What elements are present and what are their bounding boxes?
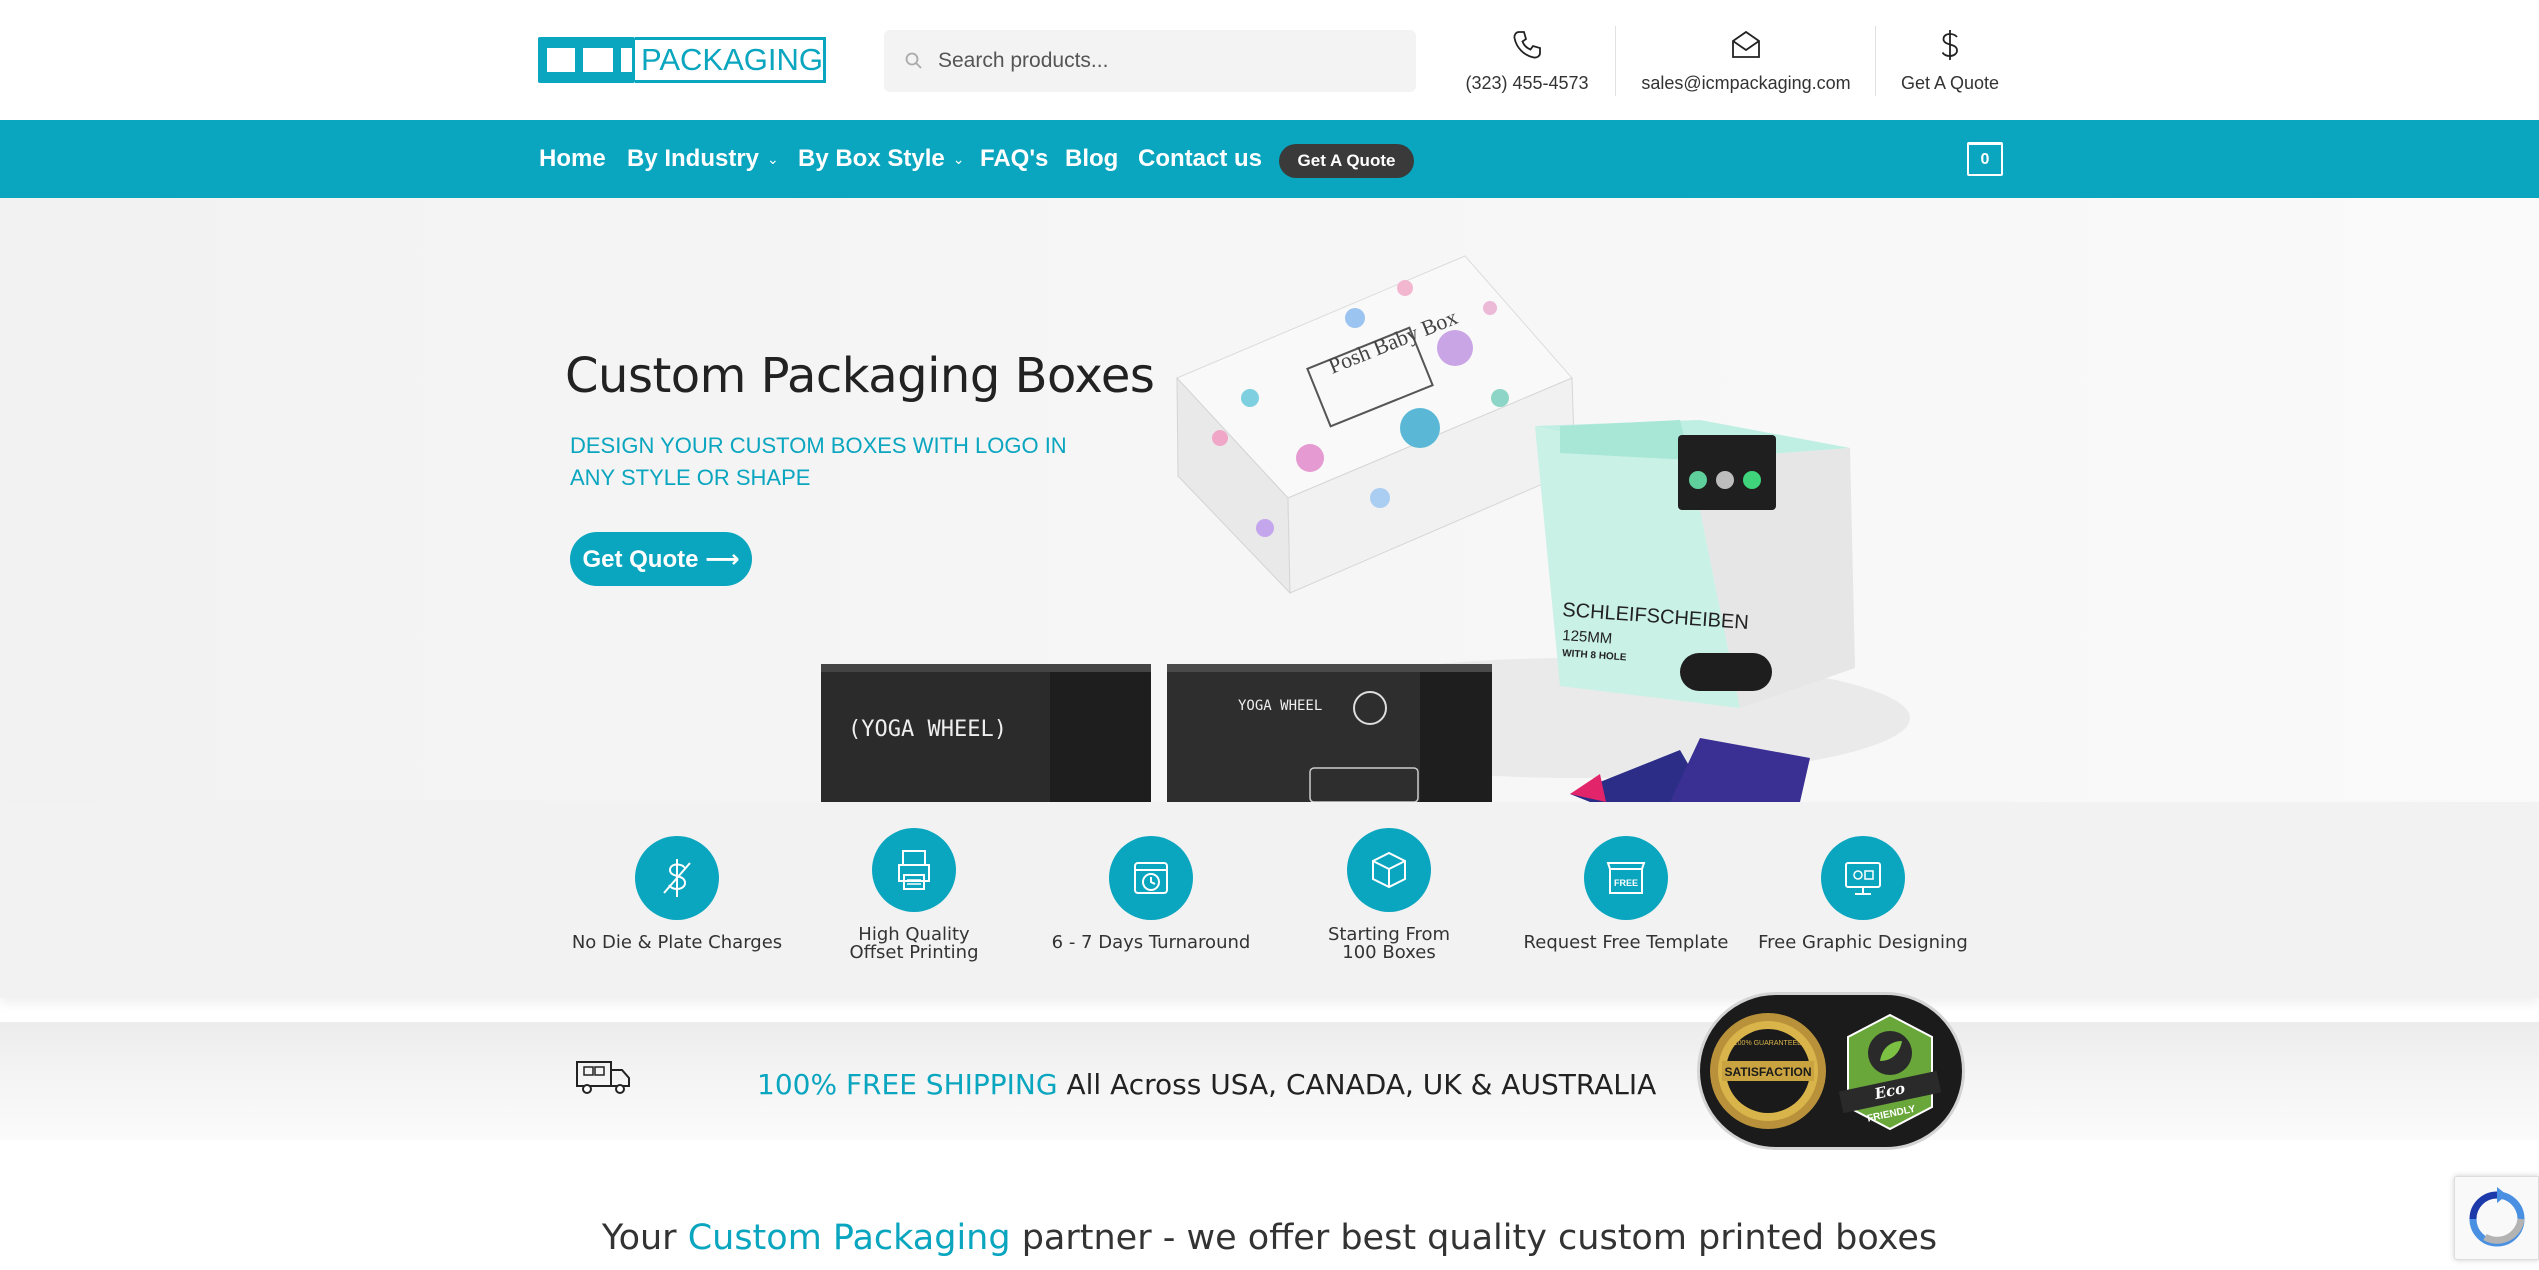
svg-text:FREE: FREE <box>1614 878 1638 888</box>
shipping-highlight: 100% FREE SHIPPING <box>757 1068 1058 1101</box>
feature-label: No Die & Plate Charges <box>571 932 783 953</box>
logo-text: PACKAGING <box>634 37 826 83</box>
search-input[interactable] <box>938 49 1378 73</box>
features-strip: No Die & Plate Charges High Quality Offs… <box>0 802 2539 998</box>
header-divider <box>1615 26 1616 96</box>
feature-label: Free Graphic Designing <box>1758 932 1968 953</box>
email-address: sales@icmpackaging.com <box>1641 73 1851 93</box>
nav-label: By Industry <box>627 145 760 172</box>
phone-contact[interactable]: (323) 455-4573 <box>1458 28 1596 94</box>
phone-icon <box>1513 31 1541 59</box>
hero-banner: Posh Baby Box SCHLEIFSCHEIBEN 125MM WITH… <box>0 198 2539 802</box>
nav-item-faqs[interactable]: FAQ's <box>980 145 1048 173</box>
calendar-clock-icon <box>1134 862 1168 894</box>
nav-label: Blog <box>1065 145 1119 172</box>
guarantee-label: 100% GUARANTEED <box>1734 1040 1802 1047</box>
nav-label: FAQ's <box>980 145 1049 172</box>
packaging-boxes-image: Posh Baby Box SCHLEIFSCHEIBEN 125MM WITH… <box>821 255 1910 802</box>
satisfaction-eco-badges-image: SATISFACTION 100% GUARANTEED Eco FRIENDL… <box>1710 1013 1942 1131</box>
feature-label: High Quality Offset Printing <box>849 924 979 963</box>
feature-starting-from: Starting From 100 Boxes <box>1279 828 1499 962</box>
cart-count: 0 <box>1980 150 1990 168</box>
search-icon <box>905 52 922 69</box>
tagline-before: Your <box>601 1218 688 1258</box>
nav-item-contact-us[interactable]: Contact us <box>1138 145 1262 173</box>
chevron-down-icon: ⌄ <box>767 150 779 167</box>
tagline-after: partner - we offer best quality custom p… <box>1010 1218 1938 1258</box>
feature-no-die-plate-charges: No Die & Plate Charges <box>567 836 787 952</box>
yoga-wheel-label: (YOGA WHEEL) <box>848 717 1007 742</box>
logo-mark-icon <box>538 37 635 83</box>
envelope-icon <box>1732 30 1760 58</box>
truck-icon <box>576 1061 630 1094</box>
dollar-icon <box>1941 30 1958 60</box>
quote-link: Get A Quote <box>1900 73 2000 93</box>
partner-tagline: Your Custom Packaging partner - we offer… <box>0 1218 2539 1258</box>
guarantee-badges: SATISFACTION 100% GUARANTEED Eco FRIENDL… <box>1697 992 1965 1150</box>
box-size: 125MM <box>1562 627 1613 647</box>
cart-icon[interactable]: 0 <box>1967 142 2003 176</box>
monitor-design-icon <box>1845 862 1881 895</box>
tagline-highlight: Custom Packaging <box>687 1218 1011 1258</box>
dollar-slash-icon <box>663 859 691 897</box>
logo[interactable]: PACKAGING <box>538 37 826 83</box>
hero-subtitle: DESIGN YOUR CUSTOM BOXES WITH LOGO IN AN… <box>570 433 1067 490</box>
feature-label: Starting From 100 Boxes <box>1327 924 1451 963</box>
feature-label: Request Free Template <box>1523 932 1729 953</box>
baby-box-image: Posh Baby Box <box>1176 255 1576 595</box>
shipping-text: 100% FREE SHIPPING All Across USA, CANAD… <box>757 1068 1656 1101</box>
quote-contact[interactable]: Get A Quote <box>1894 28 2006 94</box>
nav-item-by-industry[interactable]: By Industry ⌄ <box>627 145 779 173</box>
shipping-rest: All Across USA, CANADA, UK & AUSTRALIA <box>1057 1068 1657 1101</box>
get-a-quote-button[interactable]: Get A Quote <box>1279 144 1414 178</box>
free-box-icon: FREE <box>1606 862 1646 894</box>
top-header: PACKAGING (323) 455-4573 sales@icmpackag… <box>0 0 2539 120</box>
feature-graphic-designing: Free Graphic Designing <box>1753 836 1973 952</box>
box-icon <box>1372 851 1406 889</box>
nav-label: Contact us <box>1138 145 1263 172</box>
header-divider <box>1875 26 1876 96</box>
nav-item-blog[interactable]: Blog <box>1065 145 1118 173</box>
printer-icon <box>898 850 930 890</box>
nav-label: By Box Style <box>798 145 945 172</box>
shipping-banner: 100% FREE SHIPPING All Across USA, CANAD… <box>0 1022 2539 1140</box>
email-contact[interactable]: sales@icmpackaging.com <box>1637 28 1855 94</box>
chevron-down-icon: ⌄ <box>952 150 965 167</box>
search-bar[interactable] <box>884 30 1416 92</box>
recaptcha-badge[interactable] <box>2454 1176 2539 1260</box>
nav-label: Home <box>539 145 606 172</box>
yoga-wheel-box-2-image: YOGA WHEEL <box>1167 664 1492 802</box>
feature-turnaround: 6 - 7 Days Turnaround <box>1041 836 1261 952</box>
nav-item-home[interactable]: Home <box>539 145 606 173</box>
main-nav: Home By Industry ⌄ By Box Style ⌄ FAQ's … <box>0 120 2539 198</box>
yoga-wheel-label-2: YOGA WHEEL <box>1238 698 1322 714</box>
schleifscheiben-box-image: SCHLEIFSCHEIBEN 125MM WITH 8 HOLE <box>1535 420 1855 708</box>
satisfaction-label: SATISFACTION <box>1724 1065 1811 1079</box>
nav-item-by-box-style[interactable]: By Box Style ⌄ <box>798 145 964 173</box>
feature-free-template: FREE Request Free Template <box>1516 836 1736 952</box>
recaptcha-icon <box>2469 1187 2525 1247</box>
get-quote-button[interactable]: Get Quote ⟶ <box>570 532 752 586</box>
phone-number: (323) 455-4573 <box>1465 73 1589 93</box>
feature-label: 6 - 7 Days Turnaround <box>1051 932 1251 953</box>
feature-offset-printing: High Quality Offset Printing <box>804 828 1024 962</box>
yoga-wheel-box-image: (YOGA WHEEL) <box>821 664 1151 802</box>
hero-title: Custom Packaging Boxes <box>565 348 1155 404</box>
